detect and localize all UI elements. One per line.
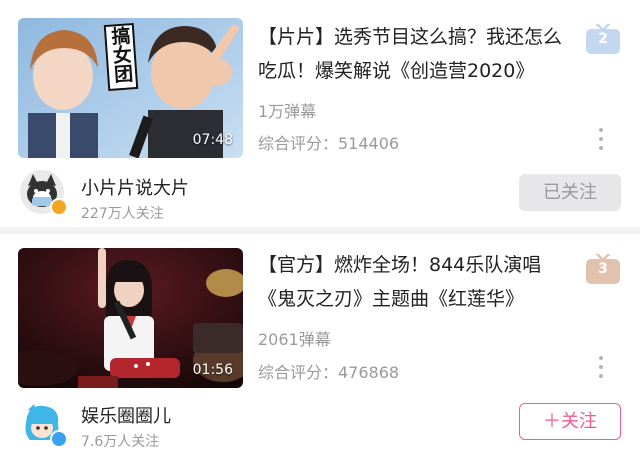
overall-score: 综合评分：476868 — [258, 363, 400, 382]
video-duration: 07:48 — [192, 132, 233, 148]
follower-count: 227万人关注 — [81, 206, 164, 222]
video-title[interactable]: 【官方】燃炸全场！844乐队演唱《鬼灭之刃》主题曲《红莲华》 — [258, 248, 576, 316]
follow-button[interactable]: ＋关注 — [519, 403, 621, 440]
uploader-name[interactable]: 娱乐圈圈儿 — [81, 402, 171, 428]
tv-rank-icon: 2 — [586, 22, 620, 54]
avatar[interactable] — [20, 402, 68, 448]
thumbnail-caption-box: 搞女团 — [103, 23, 139, 91]
danmaku-count: 2061弹幕 — [258, 330, 331, 349]
uploader-name[interactable]: 小片片说大片 — [81, 174, 189, 200]
video-thumbnail[interactable]: 01:56 — [18, 248, 243, 388]
verified-badge-icon — [50, 198, 68, 216]
avatar[interactable] — [20, 170, 68, 216]
rank-number: 2 — [598, 31, 608, 47]
video-thumbnail[interactable]: 搞女团 07:48 — [18, 18, 243, 158]
card-divider — [0, 227, 640, 234]
video-duration: 01:56 — [192, 362, 233, 378]
thumbnail-caption: 搞女团 — [107, 25, 134, 84]
video-title[interactable]: 【片片】选秀节目这么搞？我还怎么吃瓜！爆笑解说《创造营2020》 — [258, 20, 576, 88]
rank-number: 3 — [598, 261, 608, 277]
follower-count: 7.6万人关注 — [81, 434, 160, 450]
more-options-icon[interactable] — [597, 356, 605, 382]
danmaku-count: 1万弹幕 — [258, 102, 317, 121]
overall-score: 综合评分：514406 — [258, 134, 400, 153]
tv-rank-icon: 3 — [586, 252, 620, 284]
more-options-icon[interactable] — [597, 128, 605, 154]
followed-button[interactable]: 已关注 — [519, 174, 621, 211]
video-card[interactable]: 搞女团 07:48 【片片】选秀节目这么搞？我还怎么吃瓜！爆笑解说《创造营202… — [0, 0, 640, 227]
video-card[interactable]: 01:56 【官方】燃炸全场！844乐队演唱《鬼灭之刃》主题曲《红莲华》 3 2… — [0, 234, 640, 455]
verified-badge-icon — [50, 430, 68, 448]
